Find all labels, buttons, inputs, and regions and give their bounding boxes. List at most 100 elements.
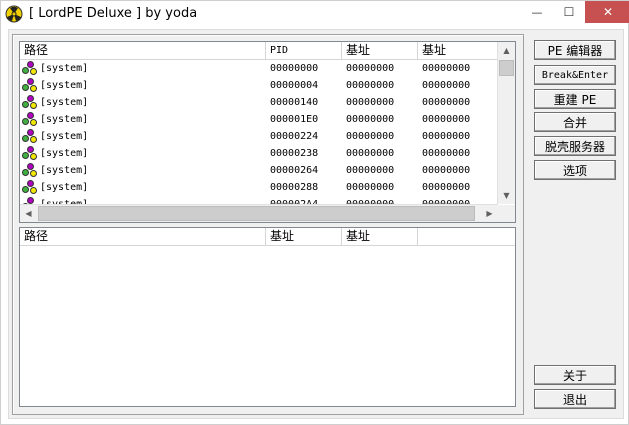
scroll-up-icon: ▲ xyxy=(503,46,510,55)
break-enter-button[interactable]: Break&Enter xyxy=(534,65,616,85)
minimize-icon: — xyxy=(531,5,543,19)
close-button[interactable]: ✕ xyxy=(585,1,629,23)
table-row[interactable]: [system] 00000224 00000000 00000000 xyxy=(20,128,498,145)
vscroll-thumb[interactable] xyxy=(499,60,514,76)
table-row[interactable]: [system] 00000238 00000000 00000000 xyxy=(20,145,498,162)
process-base-cell: 00000000 xyxy=(346,131,395,142)
process-icon xyxy=(22,180,38,194)
process-pid-cell: 00000264 xyxy=(270,165,319,176)
pe-editor-button[interactable]: PE 编辑器 xyxy=(534,40,616,60)
client-area: 路径 PID 基址 基址 [system] 00000000 00000000 000… xyxy=(8,29,624,419)
process-base-cell: 00000000 xyxy=(346,63,395,74)
process-icon xyxy=(22,61,38,75)
process-base-cell: 00000000 xyxy=(346,182,395,193)
process-pid-cell: 00000004 xyxy=(270,80,319,91)
process-path-cell: [system] xyxy=(20,94,266,111)
process-path-cell: [system] xyxy=(20,162,266,179)
process-size-cell: 00000000 xyxy=(422,165,471,176)
scroll-left-icon: ◀ xyxy=(25,209,32,218)
process-path-cell: [system] xyxy=(20,77,266,94)
process-path-cell: [system] xyxy=(20,128,266,145)
process-pid-cell: 00000224 xyxy=(270,131,319,142)
about-button[interactable]: 关于 xyxy=(534,365,616,385)
column-module-path[interactable]: 路径 xyxy=(20,228,266,245)
process-size-cell: 00000000 xyxy=(422,63,471,74)
process-base-cell: 00000000 xyxy=(346,97,395,108)
process-pid-cell: 00000140 xyxy=(270,97,319,108)
column-pid[interactable]: PID xyxy=(266,42,342,59)
process-icon xyxy=(22,163,38,177)
table-row[interactable]: [system] 00000264 00000000 00000000 xyxy=(20,162,498,179)
table-row[interactable]: [system] 000001E0 00000000 00000000 xyxy=(20,111,498,128)
process-pid-cell: 00000288 xyxy=(270,182,319,193)
process-list[interactable]: 路径 PID 基址 基址 [system] 00000000 00000000 000… xyxy=(19,41,516,223)
process-path-text: [system] xyxy=(40,182,89,193)
process-base-cell: 00000000 xyxy=(346,80,395,91)
process-path-text: [system] xyxy=(40,148,89,159)
process-icon xyxy=(22,112,38,126)
table-row[interactable]: [system] 00000140 00000000 00000000 xyxy=(20,94,498,111)
scroll-right-button[interactable]: ▶ xyxy=(481,205,498,222)
maximize-icon: ☐ xyxy=(563,5,575,19)
process-size-cell: 00000000 xyxy=(422,80,471,91)
lordpe-app-icon xyxy=(5,5,23,23)
close-icon: ✕ xyxy=(602,5,614,19)
process-list-header: 路径 PID 基址 基址 xyxy=(20,42,498,60)
column-image-size[interactable]: 基址 xyxy=(418,42,498,59)
column-module-size[interactable]: 基址 xyxy=(342,228,418,245)
process-list-hscrollbar[interactable]: ◀ ▶ xyxy=(20,204,498,222)
process-icon xyxy=(22,146,38,160)
column-path[interactable]: 路径 xyxy=(20,42,266,59)
lordpe-window: [ LordPE Deluxe ] by yoda — ☐ ✕ 路径 PID 基… xyxy=(0,0,629,425)
process-path-text: [system] xyxy=(40,131,89,142)
process-size-cell: 00000000 xyxy=(422,97,471,108)
process-pid-cell: 00000000 xyxy=(270,63,319,74)
process-size-cell: 00000000 xyxy=(422,131,471,142)
process-pid-cell: 000001E0 xyxy=(270,114,319,125)
exit-button[interactable]: 退出 xyxy=(534,389,616,409)
scroll-down-button[interactable]: ▼ xyxy=(498,187,515,204)
process-icon xyxy=(22,95,38,109)
process-base-cell: 00000000 xyxy=(346,114,395,125)
column-module-base[interactable]: 基址 xyxy=(266,228,342,245)
scroll-up-button[interactable]: ▲ xyxy=(498,42,515,59)
table-row[interactable]: [system] 00000004 00000000 00000000 xyxy=(20,77,498,94)
rebuild-pe-button[interactable]: 重建 PE xyxy=(534,89,616,109)
process-path-cell: [system] xyxy=(20,145,266,162)
column-image-base[interactable]: 基址 xyxy=(342,42,418,59)
merge-button[interactable]: 合并 xyxy=(534,112,616,132)
process-path-text: [system] xyxy=(40,165,89,176)
lists-group: 路径 PID 基址 基址 [system] 00000000 00000000 000… xyxy=(12,34,524,415)
process-path-cell: [system] xyxy=(20,179,266,196)
process-size-cell: 00000000 xyxy=(422,148,471,159)
process-list-vscrollbar[interactable]: ▲ ▼ xyxy=(497,42,515,204)
minimize-button[interactable]: — xyxy=(521,1,553,23)
table-row[interactable]: [system] 00000000 00000000 00000000 xyxy=(20,60,498,77)
window-title: [ LordPE Deluxe ] by yoda xyxy=(29,6,198,21)
scroll-right-icon: ▶ xyxy=(486,209,493,218)
scroll-corner xyxy=(498,205,515,222)
process-path-cell: [system] xyxy=(20,60,266,77)
process-path-text: [system] xyxy=(40,114,89,125)
process-icon xyxy=(22,129,38,143)
process-icon xyxy=(22,78,38,92)
table-row[interactable]: [system] 00000288 00000000 00000000 xyxy=(20,179,498,196)
column-module-extra[interactable] xyxy=(418,228,515,245)
module-list-header: 路径 基址 基址 xyxy=(20,228,515,246)
process-pid-cell: 00000238 xyxy=(270,148,319,159)
process-size-cell: 00000000 xyxy=(422,114,471,125)
process-path-text: [system] xyxy=(40,80,89,91)
process-size-cell: 00000000 xyxy=(422,182,471,193)
options-button[interactable]: 选项 xyxy=(534,160,616,180)
scroll-left-button[interactable]: ◀ xyxy=(20,205,37,222)
maximize-button[interactable]: ☐ xyxy=(553,1,585,23)
process-path-cell: [system] xyxy=(20,111,266,128)
process-path-text: [system] xyxy=(40,63,89,74)
scroll-down-icon: ▼ xyxy=(503,191,510,200)
process-base-cell: 00000000 xyxy=(346,165,395,176)
module-list[interactable]: 路径 基址 基址 xyxy=(19,227,516,407)
title-bar[interactable]: [ LordPE Deluxe ] by yoda — ☐ ✕ xyxy=(1,1,629,28)
dumper-server-button[interactable]: 脱壳服务器 xyxy=(534,136,616,156)
process-base-cell: 00000000 xyxy=(346,148,395,159)
hscroll-thumb[interactable] xyxy=(38,206,475,221)
